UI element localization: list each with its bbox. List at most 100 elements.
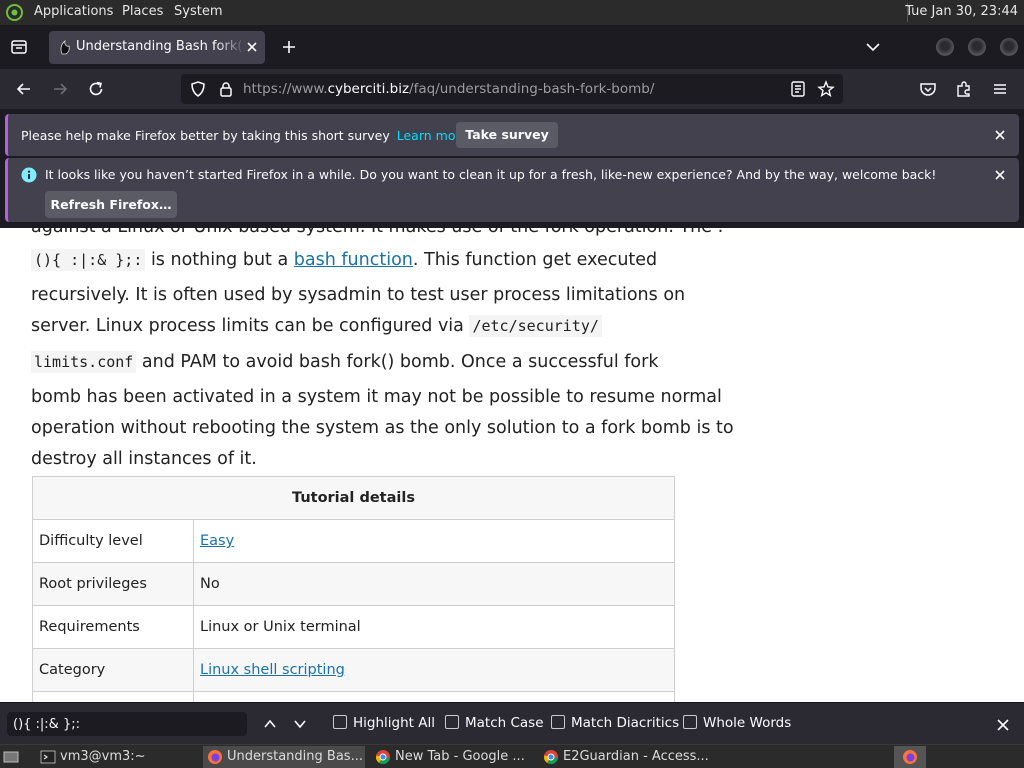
checkbox-label: Match Case bbox=[465, 715, 544, 731]
refresh-notification-bar: It looks like you haven’t started Firefo… bbox=[5, 158, 1019, 222]
menu-system[interactable]: System bbox=[174, 4, 222, 19]
limits-conf-code: limits.conf bbox=[31, 351, 137, 373]
close-window-button[interactable] bbox=[1000, 38, 1018, 56]
find-bar: Highlight All Match Case Match Diacritic… bbox=[0, 702, 1024, 744]
refresh-firefox-button[interactable]: Refresh Firefox… bbox=[45, 191, 177, 218]
article-text: server. Linux process limits can be conf… bbox=[31, 316, 470, 336]
article-line-6: operation without rebooting the system a… bbox=[31, 418, 734, 438]
checkbox-icon bbox=[683, 715, 697, 729]
task-label: New Tab - Google ... bbox=[395, 749, 525, 764]
tutorial-details-table: Tutorial details Difficulty level Easy R… bbox=[32, 476, 675, 702]
article-line-2: recursively. It is often used by sysadmi… bbox=[31, 285, 686, 305]
task-chrome-new-tab[interactable]: New Tab - Google ... bbox=[371, 746, 533, 768]
close-find-bar-icon[interactable] bbox=[995, 717, 1011, 733]
survey-text: Please help make Firefox better by takin… bbox=[21, 128, 390, 143]
table-cell-label bbox=[32, 691, 194, 702]
url-prefix: https://www. bbox=[243, 81, 328, 97]
close-refresh-icon[interactable] bbox=[993, 168, 1007, 182]
maximize-window-button[interactable] bbox=[968, 38, 986, 56]
hamburger-menu-icon[interactable] bbox=[991, 80, 1009, 98]
table-cell-value: Linux shell scripting bbox=[193, 648, 675, 692]
article-text: . This function get executed bbox=[412, 250, 658, 270]
taskbar: vm3@vm3:~ Understanding Bas... New Tab -… bbox=[0, 744, 1024, 768]
firefox-icon bbox=[903, 750, 917, 764]
terminal-icon bbox=[40, 750, 56, 764]
find-next-icon[interactable] bbox=[292, 716, 308, 732]
bash-function-link[interactable]: bash function bbox=[294, 250, 413, 270]
security-path-code: /etc/security/ bbox=[469, 315, 602, 337]
survey-message: Please help make Firefox better by takin… bbox=[21, 128, 468, 143]
extensions-puzzle-icon[interactable] bbox=[955, 80, 973, 98]
find-input[interactable] bbox=[7, 712, 247, 736]
show-desktop-icon[interactable] bbox=[3, 749, 19, 765]
url-bar[interactable]: https://www.cyberciti.biz/faq/understand… bbox=[181, 74, 843, 104]
checkbox-icon bbox=[333, 715, 347, 729]
firefox-icon bbox=[208, 750, 222, 764]
table-cell-value: Easy bbox=[193, 519, 675, 563]
article-line-3: server. Linux process limits can be conf… bbox=[31, 310, 602, 343]
table-cell-value: No bbox=[193, 562, 675, 606]
new-tab-plus-icon[interactable] bbox=[280, 38, 298, 56]
match-case-checkbox[interactable]: Match Case bbox=[445, 715, 544, 731]
chrome-icon bbox=[543, 750, 558, 765]
menu-places[interactable]: Places bbox=[122, 4, 163, 19]
refresh-message: It looks like you haven’t started Firefo… bbox=[45, 167, 937, 182]
lock-icon[interactable] bbox=[217, 80, 235, 98]
task-label: Understanding Bas... bbox=[227, 749, 363, 764]
tab-understanding-bash-fork[interactable]: Understanding Bash fork() Bomb bbox=[49, 31, 265, 64]
minimize-window-button[interactable] bbox=[936, 38, 954, 56]
close-tab-icon[interactable] bbox=[244, 39, 260, 55]
navigation-toolbar: https://www.cyberciti.biz/faq/understand… bbox=[0, 69, 1024, 109]
highlight-all-checkbox[interactable]: Highlight All bbox=[333, 715, 435, 731]
back-arrow-icon[interactable] bbox=[15, 80, 33, 98]
article-text: and PAM to avoid bash fork() bomb. Once … bbox=[136, 352, 659, 372]
tracking-protection-shield-icon[interactable] bbox=[189, 80, 207, 98]
top-panel: Applications Places System Tue Jan 30, 2… bbox=[0, 0, 1024, 25]
task-chrome-e2guardian[interactable]: E2Guardian - Access... bbox=[539, 746, 709, 768]
reader-view-icon[interactable] bbox=[789, 80, 807, 98]
task-terminal[interactable]: vm3@vm3:~ bbox=[36, 746, 198, 768]
info-icon bbox=[21, 167, 37, 183]
close-survey-icon[interactable] bbox=[993, 128, 1007, 142]
article-line-1: (){ :|:& };: is nothing but a bash funct… bbox=[31, 244, 657, 277]
list-all-tabs-chevron-icon[interactable] bbox=[864, 38, 882, 56]
url-host: cyberciti.biz bbox=[327, 81, 410, 97]
table-cell-label: Root privileges bbox=[32, 562, 194, 606]
firefox-view-icon[interactable] bbox=[10, 38, 28, 56]
table-row: Category Linux shell scripting bbox=[32, 648, 675, 692]
easy-link[interactable]: Easy bbox=[200, 533, 234, 549]
distro-logo-icon[interactable] bbox=[6, 4, 23, 21]
menu-applications[interactable]: Applications bbox=[34, 4, 113, 19]
table-header-row: Tutorial details bbox=[32, 476, 675, 520]
table-row: Difficulty level Easy bbox=[32, 519, 675, 563]
survey-notification-bar: Please help make Firefox better by takin… bbox=[5, 114, 1019, 156]
table-cell-label: Requirements bbox=[32, 605, 194, 649]
bookmark-star-icon[interactable] bbox=[817, 80, 835, 98]
article-line-5: bomb has been activated in a system it m… bbox=[31, 387, 722, 407]
task-firefox-active[interactable]: Understanding Bas... bbox=[203, 746, 365, 768]
article-line-cutoff: against a Linux or Unix based system. It… bbox=[31, 228, 723, 244]
table-row: Requirements Linux or Unix terminal bbox=[32, 605, 675, 649]
article-text: is nothing but a bbox=[145, 250, 294, 270]
find-previous-icon[interactable] bbox=[262, 716, 278, 732]
reload-icon[interactable] bbox=[87, 80, 105, 98]
match-diacritics-checkbox[interactable]: Match Diacritics bbox=[551, 715, 679, 731]
site-favicon-icon bbox=[60, 40, 70, 55]
article-line-7: destroy all instances of it. bbox=[31, 449, 257, 469]
pocket-icon[interactable] bbox=[919, 80, 937, 98]
tab-title: Understanding Bash fork() Bomb bbox=[76, 39, 246, 54]
forward-arrow-icon[interactable] bbox=[51, 80, 69, 98]
whole-words-checkbox[interactable]: Whole Words bbox=[683, 715, 791, 731]
url-text[interactable]: https://www.cyberciti.biz/faq/understand… bbox=[243, 81, 654, 97]
checkbox-label: Match Diacritics bbox=[571, 715, 680, 731]
take-survey-button[interactable]: Take survey bbox=[456, 122, 558, 148]
tray-firefox-launcher[interactable] bbox=[894, 746, 926, 768]
table-row bbox=[32, 691, 675, 702]
task-label: E2Guardian - Access... bbox=[563, 749, 709, 764]
notification-stack: Please help make Firefox better by takin… bbox=[0, 109, 1024, 228]
panel-clock[interactable]: Tue Jan 30, 23:44 bbox=[905, 4, 1018, 19]
url-path: /faq/understanding-bash-fork-bomb/ bbox=[409, 81, 655, 97]
table-header: Tutorial details bbox=[32, 476, 675, 520]
chrome-icon bbox=[375, 750, 390, 765]
linux-shell-scripting-link[interactable]: Linux shell scripting bbox=[200, 662, 345, 678]
